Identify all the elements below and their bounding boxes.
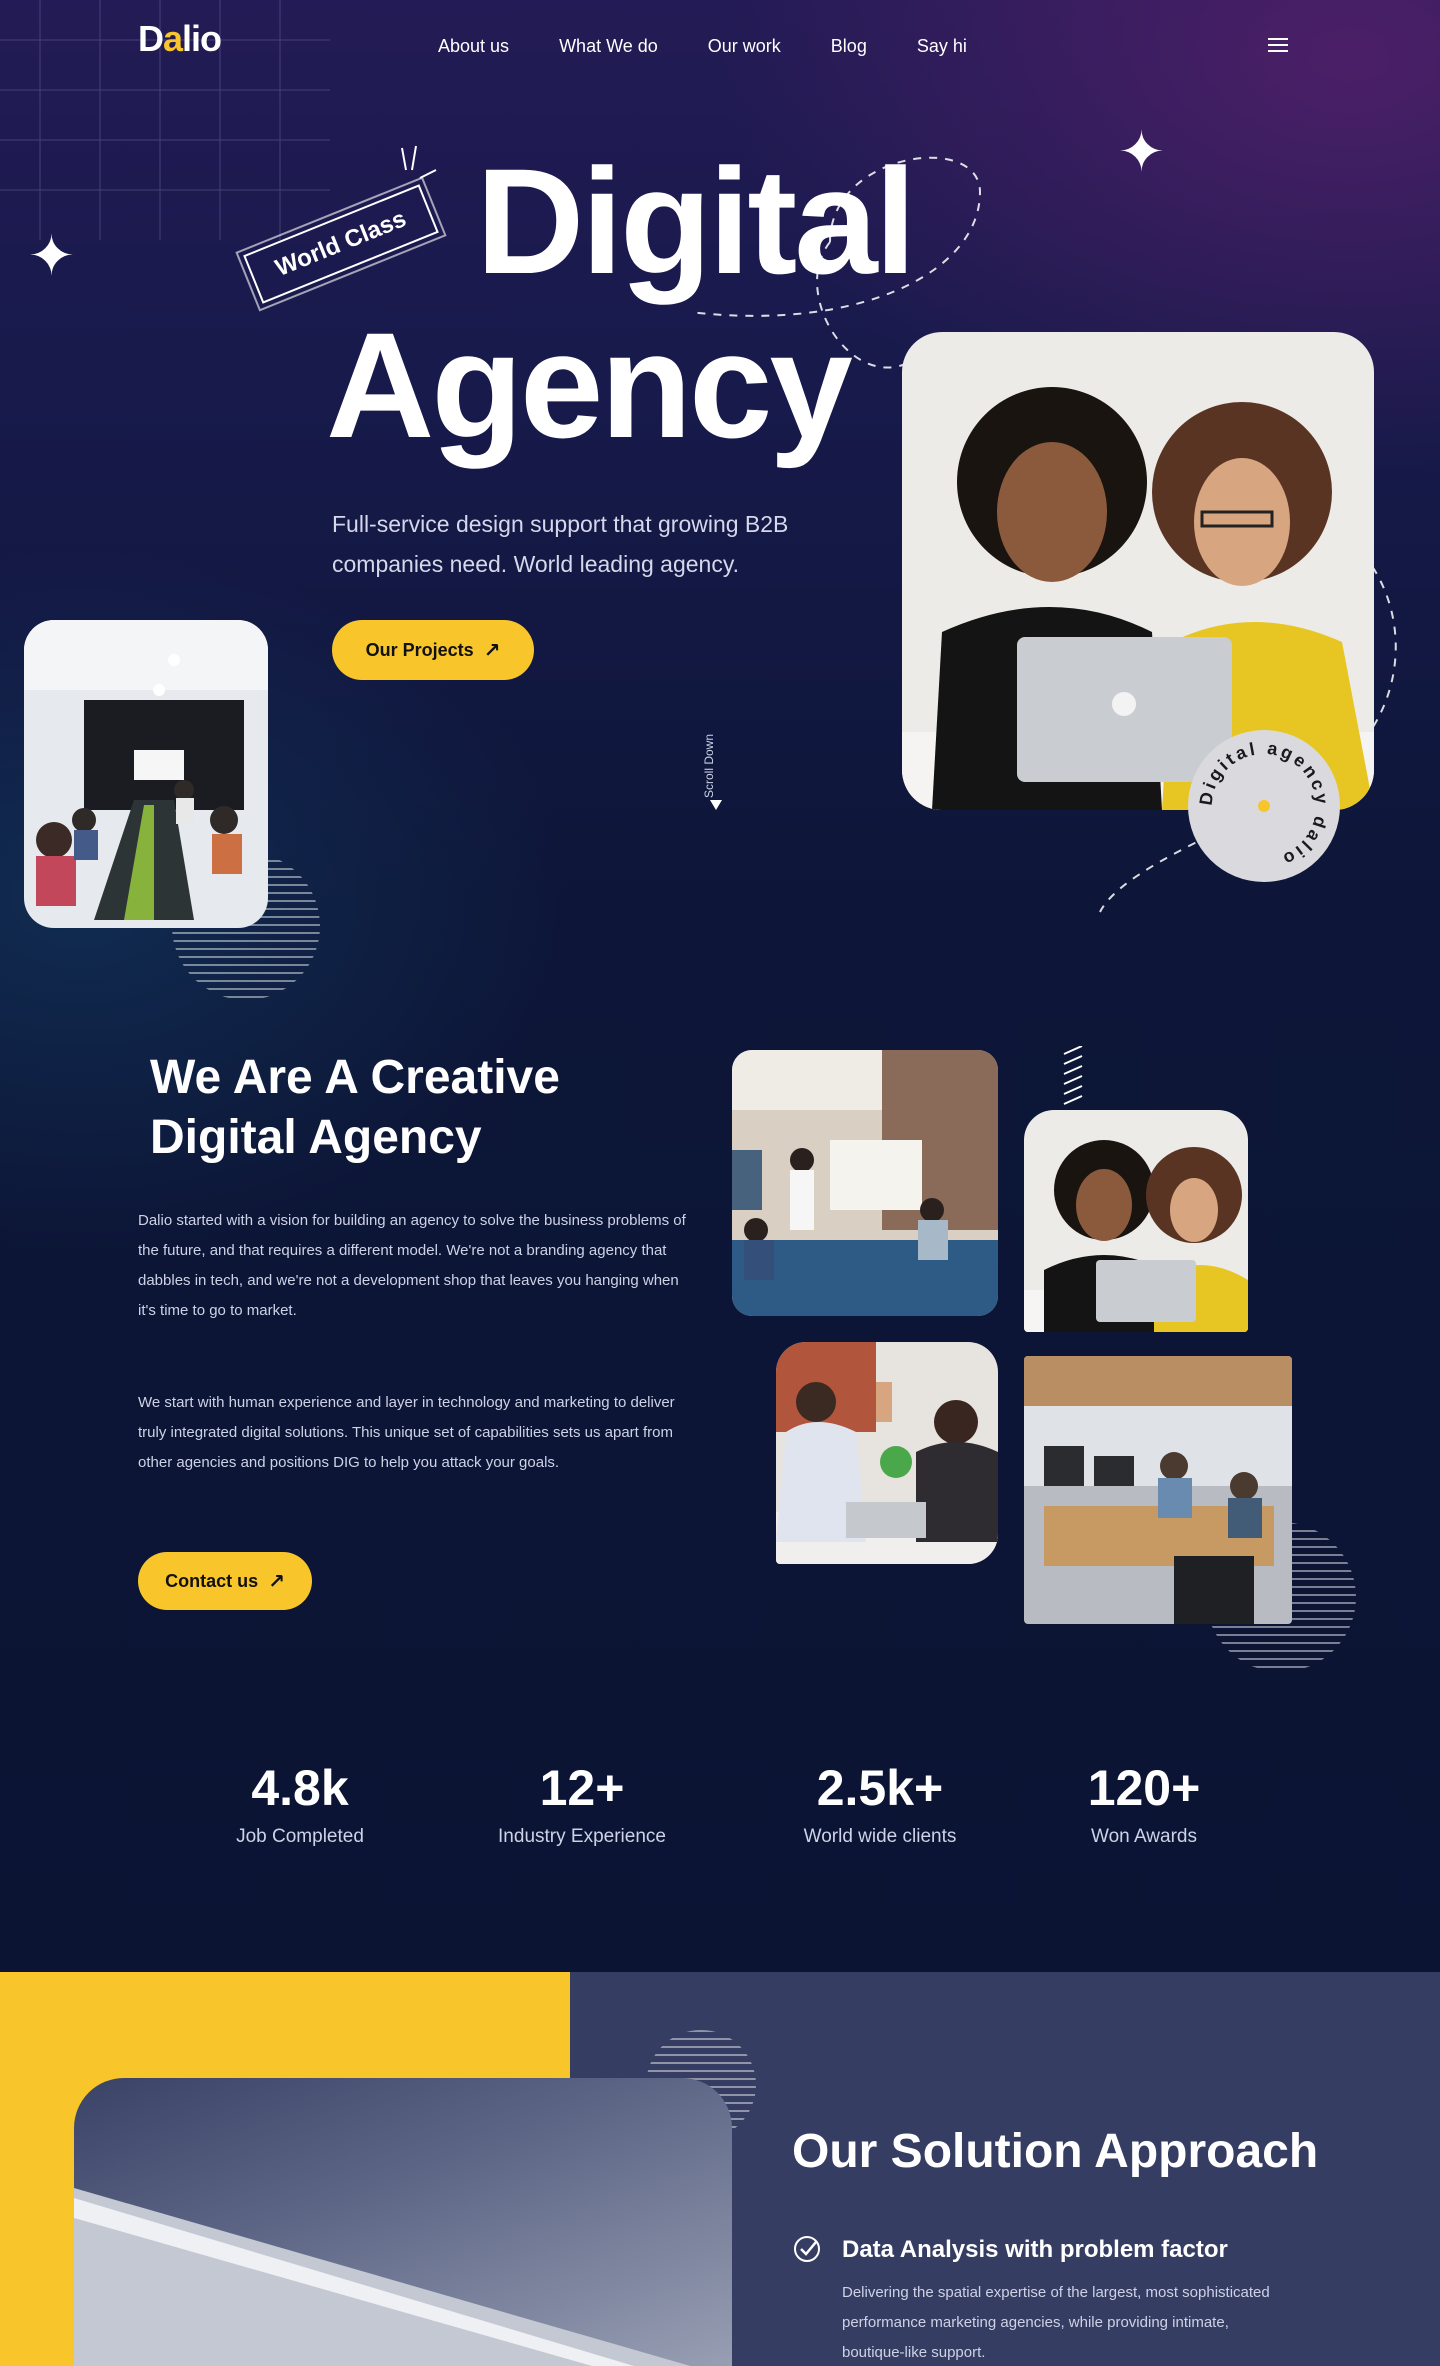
stat-label: Won Awards bbox=[1091, 1826, 1197, 1847]
zigzag-decoration bbox=[1063, 1046, 1083, 1105]
arrow-up-right-icon: ↗ bbox=[268, 1570, 285, 1593]
hero-photo-meeting-room bbox=[24, 620, 268, 928]
stat-label: Industry Experience bbox=[498, 1826, 666, 1847]
gallery-photo-team-presentation bbox=[732, 1050, 998, 1316]
arrow-down-icon bbox=[710, 800, 722, 810]
contact-us-label: Contact us bbox=[165, 1570, 259, 1591]
star-icon: ✦ bbox=[28, 224, 75, 287]
logo-text: D bbox=[138, 18, 164, 59]
our-projects-label: Our Projects bbox=[365, 639, 474, 660]
gallery-photo-office-desks bbox=[1024, 1356, 1292, 1624]
stat-won-awards: 120+ Won Awards bbox=[1024, 1760, 1264, 1848]
hamburger-icon[interactable] bbox=[1268, 38, 1288, 54]
nav-about-us[interactable]: About us bbox=[438, 36, 509, 57]
solution-title: Our Solution Approach bbox=[792, 2125, 1319, 2178]
contact-us-button[interactable]: Contact us ↗ bbox=[138, 1552, 312, 1610]
about-paragraph-2: We start with human experience and layer… bbox=[138, 1394, 675, 1471]
nav-say-hi[interactable]: Say hi bbox=[917, 36, 967, 57]
page: Dalio About us What We do Our work Blog … bbox=[0, 0, 1440, 2366]
scroll-down-label: Scroll Down bbox=[702, 733, 716, 798]
stat-label: World wide clients bbox=[803, 1826, 957, 1847]
logo-accent-letter: a bbox=[163, 18, 183, 59]
spark-lines-decoration bbox=[401, 145, 437, 179]
stat-world-wide-clients: 2.5k+ World wide clients bbox=[760, 1760, 1000, 1848]
hero-description: Full-service design support that growing… bbox=[332, 511, 789, 577]
stat-value: 12+ bbox=[539, 1760, 625, 1816]
solution-item-title: Data Analysis with problem factor bbox=[842, 2236, 1228, 2263]
gallery-photo-high-five bbox=[776, 1342, 998, 1564]
stat-value: 2.5k+ bbox=[816, 1760, 944, 1816]
about-title: We Are A Creative Digital Agency bbox=[150, 1051, 560, 1164]
scroll-down-indicator[interactable]: Scroll Down bbox=[702, 708, 732, 818]
logo[interactable]: Dalio bbox=[138, 18, 222, 60]
about-paragraph-1: Dalio started with a vision for building… bbox=[138, 1212, 686, 1319]
digital-agency-stamp: Digital agency dalio bbox=[1188, 730, 1340, 882]
check-circle-icon bbox=[794, 2236, 820, 2262]
stat-label: Job Completed bbox=[236, 1826, 364, 1847]
our-projects-button[interactable]: Our Projects ↗ bbox=[332, 620, 534, 680]
nav-our-work[interactable]: Our work bbox=[708, 36, 781, 57]
solution-item-description: Delivering the spatial expertise of the … bbox=[842, 2284, 1270, 2361]
stat-job-completed: 4.8k Job Completed bbox=[180, 1760, 420, 1848]
stat-value: 120+ bbox=[1087, 1760, 1201, 1816]
stat-industry-experience: 12+ Industry Experience bbox=[462, 1760, 702, 1848]
stats-section: 4.8k Job Completed 12+ Industry Experien… bbox=[0, 1760, 1440, 1870]
gallery-photo-two-women-laptop bbox=[1024, 1110, 1248, 1332]
solution-photo bbox=[74, 2078, 732, 2366]
main-nav: About us What We do Our work Blog Say hi bbox=[438, 36, 967, 57]
stat-value: 4.8k bbox=[251, 1760, 349, 1816]
nav-blog[interactable]: Blog bbox=[831, 36, 867, 57]
logo-text-rest: lio bbox=[182, 18, 222, 59]
nav-what-we-do[interactable]: What We do bbox=[559, 36, 658, 57]
arrow-up-right-icon: ↗ bbox=[483, 639, 501, 662]
